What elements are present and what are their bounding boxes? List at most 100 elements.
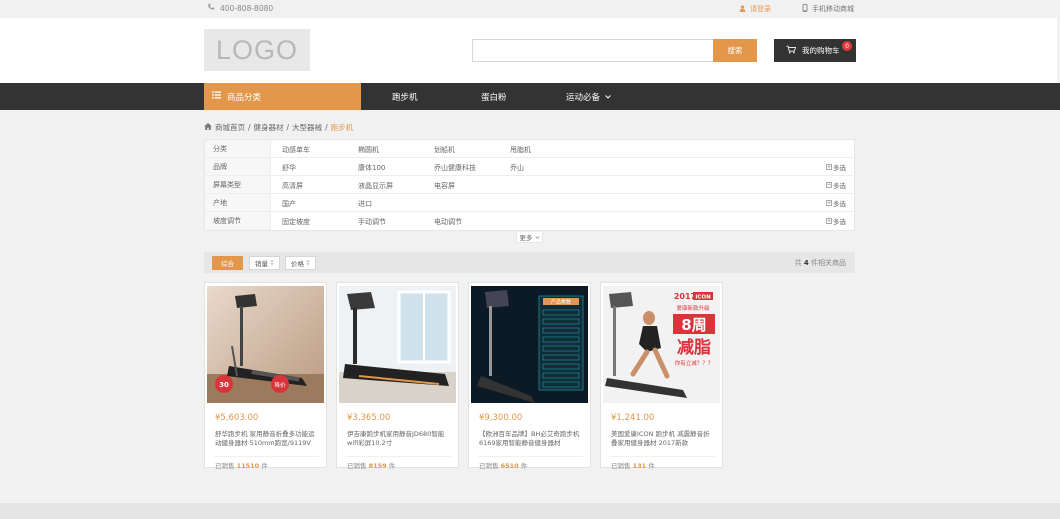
sales-prefix: 已销售: [611, 462, 631, 470]
multi-select-button[interactable]: + 多选: [826, 216, 846, 226]
top-bar: 400-808-8080 请登录 手机移动商城: [0, 0, 1060, 18]
promo-question: 你有立减？？？: [675, 359, 714, 367]
more-filters-button[interactable]: 更多: [516, 232, 543, 243]
product-price: ¥5,603.00: [215, 413, 259, 423]
filter-option[interactable]: 电动调节: [434, 217, 462, 227]
multi-select-button[interactable]: + 多选: [826, 180, 846, 190]
login-link[interactable]: 请登录: [739, 4, 771, 14]
filter-option[interactable]: 舒华: [282, 163, 296, 173]
plus-icon: +: [826, 182, 832, 188]
filter-option[interactable]: 手动调节: [358, 217, 386, 227]
sales-prefix: 已销售: [479, 462, 499, 470]
cart-count-badge: 0: [842, 41, 852, 51]
sales-count: 6510: [500, 462, 519, 470]
multi-select-button[interactable]: + 多选: [826, 162, 846, 172]
filter-label: 产地: [205, 194, 271, 211]
breadcrumb-separator: /: [325, 123, 328, 132]
plus-icon: +: [826, 200, 832, 206]
filter-option[interactable]: 进口: [358, 199, 372, 209]
filter-row-brand: 品牌 舒华 康体100 乔山健康科技 乔山 + 多选: [205, 158, 856, 176]
plus-icon: +: [826, 218, 832, 224]
product-image[interactable]: 2017 ICON 爱康新款升级 8周 减脂 你有立减？？？: [603, 286, 720, 403]
promo-brand: ICON: [695, 295, 711, 301]
multi-select-label: 多选: [833, 182, 846, 190]
cart-button[interactable]: 我的购物车 0: [774, 39, 856, 62]
result-count-number: 4: [803, 259, 809, 267]
sales-prefix: 已销售: [215, 462, 235, 470]
site-logo[interactable]: LOGO: [204, 29, 310, 71]
product-card[interactable]: 2017 ICON 爱康新款升级 8周 减脂 你有立减？？？ ¥1,241.00…: [600, 282, 723, 470]
multi-select-label: 多选: [833, 218, 846, 226]
sort-price-label: 价格: [291, 260, 304, 268]
breadcrumb-separator: /: [248, 123, 251, 132]
breadcrumb: 商城首页 / 健身器材 / 大型器械 / 跑步机: [204, 122, 353, 133]
filter-panel: 分类 动感单车 椭圆机 划船机 甩脂机 品牌 舒华 康体100 乔山健康科技 乔…: [204, 139, 856, 231]
breadcrumb-current: 跑步机: [330, 123, 354, 132]
user-icon: [739, 4, 746, 14]
multi-select-label: 多选: [833, 200, 846, 208]
product-name[interactable]: 舒华跑步机 家用静音折叠多功能运动健身器材 510mm跑宽/9119V: [215, 430, 319, 450]
search-button[interactable]: 搜索: [713, 39, 757, 62]
nav-item-label: 运动必备: [566, 92, 601, 103]
breadcrumb-fitness[interactable]: 健身器材: [254, 122, 284, 133]
category-menu-button[interactable]: 商品分类: [204, 83, 361, 110]
promo-headline-1: 8周: [681, 316, 706, 334]
sort-arrow-icon: [270, 259, 274, 267]
main-nav: 商品分类 跑步机 蛋白粉 运动必备: [0, 83, 1060, 110]
phone-number: 400-808-8080: [220, 3, 274, 13]
product-name[interactable]: 伊吉康跑步机家用静音JD680智能wifi彩屏10.2寸: [347, 430, 451, 450]
product-name[interactable]: 美国爱康ICON 跑步机 减震静音折叠家用健身器材 2017新款: [611, 430, 715, 450]
product-image[interactable]: 30 降价: [207, 286, 324, 403]
cart-label: 我的购物车: [802, 46, 840, 55]
product-card[interactable]: ¥3,365.00 伊吉康跑步机家用静音JD680智能wifi彩屏10.2寸 已…: [336, 282, 459, 470]
product-sales: 已销售 6510 件: [479, 456, 583, 470]
sort-price-button[interactable]: 价格: [285, 256, 316, 270]
sales-suffix: 件: [520, 462, 528, 470]
filter-option[interactable]: 液晶显示屏: [358, 181, 393, 191]
filter-option[interactable]: 划船机: [434, 145, 455, 155]
product-image[interactable]: 产品参数: [471, 286, 588, 403]
filter-option[interactable]: 乔山: [510, 163, 524, 173]
filter-option[interactable]: 康体100: [358, 163, 385, 173]
search-input[interactable]: [472, 39, 714, 62]
nav-item-label: 蛋白粉: [481, 92, 507, 103]
filter-option[interactable]: 固定坡度: [282, 217, 310, 227]
sort-default-button[interactable]: 综合: [212, 256, 243, 270]
breadcrumb-large-equipment[interactable]: 大型器械: [292, 122, 322, 133]
filter-option[interactable]: 甩脂机: [510, 145, 531, 155]
nav-item-sports-essentials[interactable]: 运动必备: [566, 83, 611, 110]
sales-suffix: 件: [388, 462, 396, 470]
hotline: 400-808-8080: [207, 3, 273, 13]
spec-panel-title: 产品参数: [551, 299, 571, 306]
sort-sales-button[interactable]: 销量: [249, 256, 280, 270]
chevron-down-icon: [534, 233, 540, 241]
product-name[interactable]: 【欧洲百年品牌】BH必艾奇跑步机6169家用智能静音健身器材: [479, 430, 583, 450]
promo-badge: 降价: [274, 381, 286, 389]
nav-item-protein[interactable]: 蛋白粉: [481, 83, 507, 110]
filter-option[interactable]: 椭圆机: [358, 145, 379, 155]
sort-default-label: 综合: [221, 260, 234, 268]
filter-option[interactable]: 动感单车: [282, 145, 310, 155]
breadcrumb-home[interactable]: 商城首页: [215, 122, 245, 133]
sales-count: 8159: [368, 462, 387, 470]
filter-row-screen-type: 屏幕类型 高清屏 液晶显示屏 电容屏 + 多选: [205, 176, 856, 194]
result-count-suffix: 件相关商品: [811, 259, 846, 267]
product-card[interactable]: 30 降价 ¥5,603.00 舒华跑步机 家用静音折叠多功能运动健身器材 51…: [204, 282, 327, 470]
product-image[interactable]: [339, 286, 456, 403]
chevron-down-icon: [605, 92, 611, 102]
product-card[interactable]: 产品参数 ¥9,300.00 【欧洲百年品牌】BH必艾奇跑步机6169家用智能静…: [468, 282, 591, 470]
mobile-site-link[interactable]: 手机移动商城: [802, 3, 854, 14]
filter-option[interactable]: 国产: [282, 199, 296, 209]
nav-item-treadmill[interactable]: 跑步机: [392, 83, 418, 110]
filter-option[interactable]: 高清屏: [282, 181, 303, 191]
filter-label: 品牌: [205, 158, 271, 175]
filter-option[interactable]: 乔山健康科技: [434, 163, 476, 173]
multi-select-button[interactable]: + 多选: [826, 198, 846, 208]
category-menu-label: 商品分类: [227, 92, 262, 103]
home-icon: [204, 123, 212, 132]
filter-option[interactable]: 电容屏: [434, 181, 455, 191]
discount-badge: 30: [219, 381, 229, 389]
sales-count: 131: [632, 462, 647, 470]
breadcrumb-separator: /: [286, 123, 290, 132]
cart-icon: [786, 45, 797, 56]
